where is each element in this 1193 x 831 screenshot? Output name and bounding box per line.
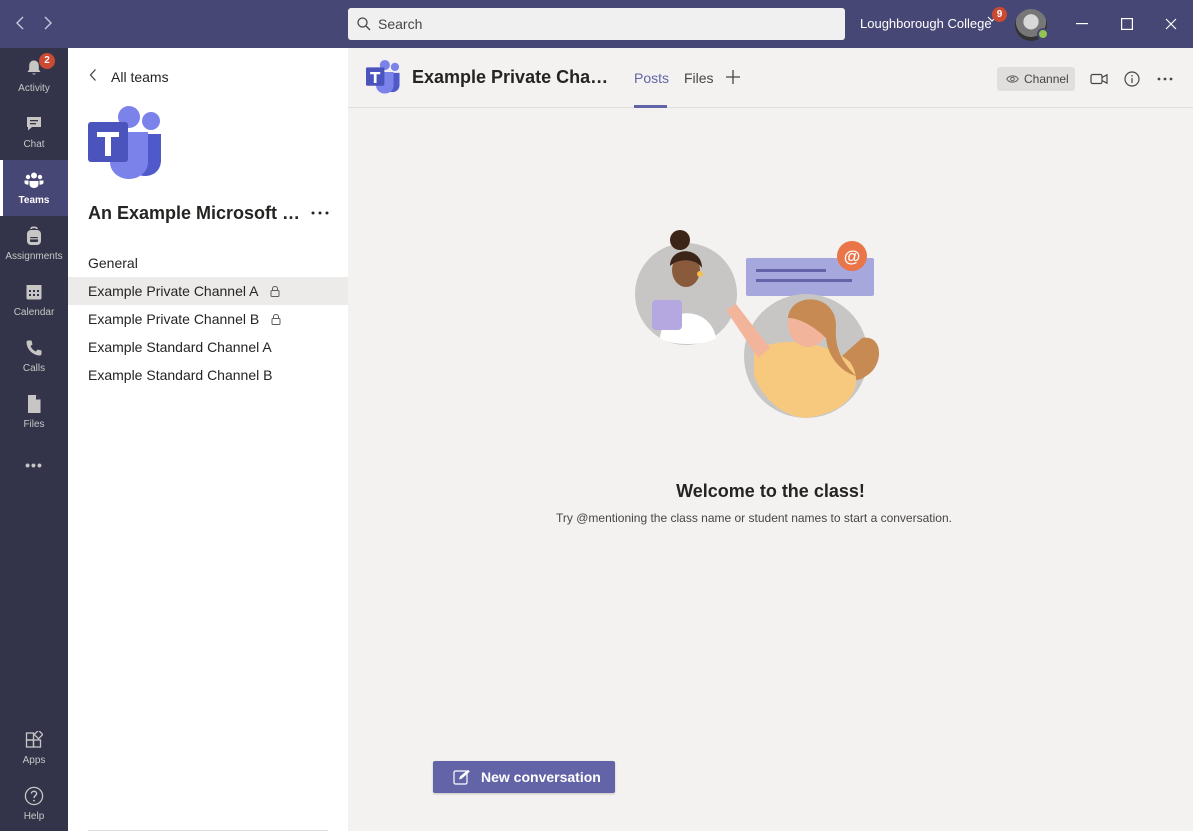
app-rail: 2 Activity Chat Teams Assignments Calend… [0,48,68,831]
maximize-icon [1121,18,1133,30]
org-notification-badge: 9 [992,7,1007,22]
minimize-icon [1076,23,1088,25]
channel-label: Example Private Channel B [88,311,260,327]
title-bar: Loughborough College 9 [0,0,1193,48]
phone-icon [24,338,44,358]
all-teams-label: All teams [111,68,169,85]
channel-label: Example Standard Channel B [88,367,273,383]
help-icon [24,786,44,806]
info-icon[interactable] [1121,68,1143,90]
more-options-icon: ••• [25,457,43,473]
channel-item-private-b[interactable]: Example Private Channel B [68,305,348,333]
welcome-illustration: @ [630,226,882,426]
calendar-icon [24,282,44,302]
rail-item-label: Assignments [5,251,63,262]
tab-files[interactable]: Files [684,70,714,86]
rail-item-label: Calendar [13,307,55,318]
back-arrow-icon[interactable] [10,14,30,34]
minimize-button[interactable] [1060,0,1104,48]
forward-arrow-icon[interactable] [38,14,58,34]
more-options-icon[interactable] [1154,68,1176,90]
org-switcher[interactable]: Loughborough College [860,16,992,31]
rail-item-label: Teams [18,195,50,206]
close-icon [1165,18,1177,30]
add-tab-icon[interactable] [726,68,740,88]
compose-icon [453,769,470,785]
search-icon [357,17,371,31]
search-box[interactable] [348,8,845,40]
team-panel: All teams An Example Microsoft Teams Cla… [68,48,348,831]
maximize-button[interactable] [1105,0,1149,48]
rail-item-files[interactable]: Files [0,384,68,440]
rail-item-label: Chat [23,139,45,150]
all-teams-link[interactable]: All teams [88,68,169,85]
presence-available-icon [1037,28,1049,40]
rail-item-label: Activity [18,83,50,94]
rail-item-apps[interactable]: Apps [0,720,68,776]
channel-label: Example Standard Channel A [88,339,272,355]
welcome-title: Welcome to the class! [676,481,865,501]
channel-header: Example Private Channel A Posts Files Ch… [348,48,1193,108]
svg-text:@: @ [844,247,861,266]
channel-chip-label: Channel [1024,72,1069,86]
rail-item-label: Files [23,419,45,430]
activity-badge: 2 [39,53,55,69]
welcome-subtitle: Try @mentioning the class name or studen… [556,511,952,525]
rail-item-label: Apps [22,755,46,766]
tab-posts[interactable]: Posts [634,70,669,86]
lock-icon [271,306,281,334]
teams-icon [24,170,44,190]
new-conversation-label: New conversation [481,769,601,785]
backpack-icon [24,226,44,246]
close-button[interactable] [1149,0,1193,48]
team-more-options-icon[interactable] [311,202,333,222]
rail-item-teams[interactable]: Teams [0,160,68,216]
rail-item-label: Calls [22,363,46,374]
channel-item-standard-a[interactable]: Example Standard Channel A [68,333,348,361]
channel-item-standard-b[interactable]: Example Standard Channel B [68,361,348,389]
rail-more-button[interactable]: ••• [0,440,68,496]
team-name: An Example Microsoft Teams Class [88,203,303,223]
chat-icon [24,114,44,134]
new-conversation-button[interactable]: New conversation [433,761,615,793]
chevron-left-icon [88,68,108,85]
team-logo [88,106,162,185]
file-icon [24,394,44,414]
lock-icon [270,278,280,306]
channel-title: Example Private Channel A [412,67,617,87]
channel-item-private-a[interactable]: Example Private Channel A [68,277,348,305]
eye-icon [1006,75,1019,83]
team-logo-small [366,60,400,99]
active-tab-indicator [634,105,667,108]
channel-label: Example Private Channel A [88,283,258,299]
rail-item-label: Help [23,811,45,822]
search-input[interactable] [378,8,838,40]
rail-item-calendar[interactable]: Calendar [0,272,68,328]
rail-item-help[interactable]: Help [0,776,68,831]
meet-now-icon[interactable] [1088,68,1110,90]
channel-info-chip[interactable]: Channel [997,67,1075,91]
rail-item-assignments[interactable]: Assignments [0,216,68,272]
rail-item-calls[interactable]: Calls [0,328,68,384]
channel-item-general[interactable]: General [68,249,348,277]
apps-icon [24,730,44,750]
rail-item-activity[interactable]: 2 Activity [0,48,68,104]
rail-item-chat[interactable]: Chat [0,104,68,160]
channel-label: General [88,255,138,271]
